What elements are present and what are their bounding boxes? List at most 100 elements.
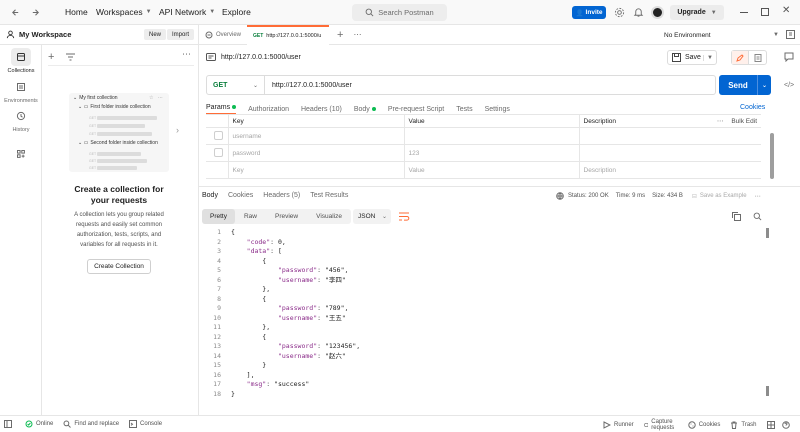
tab-response-cookies[interactable]: Cookies [228,192,253,199]
online-status[interactable]: Online [25,420,53,428]
param-value[interactable] [403,127,580,145]
code-scrollbar-top[interactable] [766,228,769,238]
param-value[interactable]: 123 [403,144,580,162]
tab-params[interactable]: Params [206,104,237,114]
help-icon[interactable] [781,421,793,429]
code-line: 7 }, [199,285,759,295]
invite-label: Invite [585,9,603,16]
runner[interactable]: Runner [603,421,634,429]
edit-pencil-icon[interactable] [732,51,750,64]
active-dot [232,105,237,110]
bulk-edit-link[interactable]: Bulk Edit [731,118,757,125]
upgrade-button[interactable]: Upgrade ▼ [670,5,724,20]
new-tab-plus-icon[interactable]: + [337,29,343,41]
sidebar-item-collections[interactable]: Collections [0,48,42,74]
code-line: 11 }, [199,323,759,333]
tab-response-headers[interactable]: Headers (5) [263,192,300,199]
param-description[interactable] [578,144,761,162]
param-key[interactable]: username [227,127,405,145]
nav-home[interactable]: Home [65,7,88,17]
avatar[interactable] [651,6,664,19]
tab-settings[interactable]: Settings [485,106,510,113]
layout-toggle-icon[interactable] [766,421,778,429]
back-arrow-icon[interactable] [8,5,22,19]
cookies-link[interactable]: Cookies [740,104,765,111]
tab-overview-label: Overview [216,31,242,38]
minimize-icon[interactable] [740,12,748,13]
tab-response-body[interactable]: Body [202,192,218,199]
sidebar-toggle[interactable] [4,420,15,428]
chevron-down-icon[interactable]: ⌄ [757,75,771,95]
chevron-down-icon: ▼ [710,9,717,16]
param-checkbox[interactable] [214,130,224,140]
nav-workspaces[interactable]: Workspaces ▼ [96,7,152,17]
workspace-title: My Workspace [19,30,72,39]
tab-pre-request-script[interactable]: Pre-request Script [388,106,444,113]
search-icon[interactable] [753,212,762,221]
forward-arrow-icon[interactable] [28,5,42,19]
tab-authorization[interactable]: Authorization [248,106,289,113]
view-toggle[interactable] [731,50,767,65]
url-input[interactable] [265,77,715,93]
find-replace-label: Find and replace [74,421,120,427]
more-options-icon[interactable]: ⋯ [182,49,191,60]
wrap-lines-icon[interactable] [398,211,410,222]
invite-button[interactable]: 👤 Invite [572,6,606,19]
tab-overview[interactable]: Overview [199,25,247,45]
view-visualize[interactable]: Visualize [307,213,351,220]
tab-headers[interactable]: Headers (10) [301,106,342,113]
notification-bell-icon[interactable] [633,7,644,18]
filter-icon[interactable] [66,53,75,61]
param-description-placeholder[interactable]: Description [578,161,761,179]
environment-quicklook-icon[interactable] [786,30,795,39]
documentation-icon[interactable] [749,51,766,64]
view-preview[interactable]: Preview [266,213,307,220]
status-cookies[interactable]: Cookies [688,421,720,429]
param-key[interactable]: password [227,144,405,162]
maximize-icon[interactable] [761,8,769,16]
add-collection-icon[interactable]: + [48,51,54,63]
method-selector[interactable]: GET ⌄ [207,76,265,94]
param-description[interactable] [578,127,761,145]
nav-explore[interactable]: Explore [222,7,251,17]
settings-gear-icon[interactable] [614,7,625,18]
tab-active-request[interactable]: GET http://127.0.0.1:5000/u [247,24,330,45]
more-options-icon[interactable]: ⋯ [717,117,724,125]
params-scrollbar[interactable] [770,133,774,179]
create-collection-button[interactable]: Create Collection [87,259,151,274]
environment-selector[interactable]: No Environment ▼ [664,29,779,41]
capture-requests[interactable]: Capture requests [643,419,678,431]
response-body-viewer[interactable]: 1{2 "code": 0, 3 "data": [4 {5 "password"… [199,228,759,399]
find-replace[interactable]: Find and replace [63,420,119,428]
chevron-down-icon: ▼ [145,9,152,15]
line-number: 2 [217,237,221,246]
save-button[interactable]: Save ▼ [667,50,717,65]
sidebar-item-configure[interactable] [0,145,42,165]
param-value-placeholder[interactable]: Value [403,161,580,179]
tab-body[interactable]: Body [354,106,376,113]
console[interactable]: Console [129,420,162,428]
trash[interactable]: Trash [730,421,757,429]
sidebar-item-environments[interactable]: Environments [0,78,42,104]
nav-api-network[interactable]: API Network ▼ [159,7,215,17]
search-bar[interactable]: Search Postman [352,4,447,21]
tab-tests[interactable]: Tests [456,106,472,113]
param-key-placeholder[interactable]: Key [227,161,405,179]
tab-test-results[interactable]: Test Results [310,192,348,199]
format-selector[interactable]: JSON ⌄ [353,209,391,224]
import-button[interactable]: Import [167,29,195,40]
new-button[interactable]: New [144,29,167,40]
view-pretty[interactable]: Pretty [202,209,235,224]
code-scrollbar-bottom[interactable] [766,386,769,396]
close-icon[interactable]: ✕ [782,5,790,16]
tab-options-icon[interactable]: ⋯ [353,30,361,39]
view-raw[interactable]: Raw [235,213,266,220]
param-checkbox[interactable] [214,147,224,157]
code-snippet-icon[interactable]: </> [784,82,796,94]
copy-icon[interactable] [732,212,741,221]
save-example-button[interactable]: Save as Example [700,193,747,199]
comments-icon[interactable] [784,52,796,64]
more-options-icon[interactable]: ⋯ [755,193,761,200]
send-button[interactable]: Send ⌄ [719,75,771,95]
sidebar-item-history[interactable]: History [0,107,42,133]
